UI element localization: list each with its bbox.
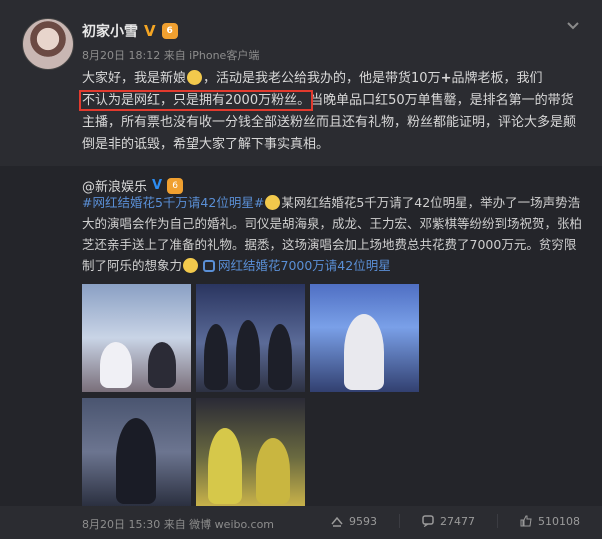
text-segment: 品牌老板，我们 [451,71,543,86]
photo-thumbnail[interactable] [310,284,419,392]
link-icon [203,260,215,272]
post-actions: 9593 27477 510108 [331,514,580,528]
post-author: 初家小雪 V 6 [82,21,178,41]
repost-meta: 8月20日 15:30 来自 微博 weibo.com [82,518,275,531]
photo-figure [208,428,242,504]
author-name[interactable]: 初家小雪 [82,21,138,41]
text-segment: 大家好，我是新娘 [82,71,187,86]
text-segment: + [440,71,452,86]
post-meta: 8月20日 18:12 来自 iPhone客户端 [82,49,260,62]
divider [497,514,498,528]
repost-count: 9593 [349,514,377,528]
photo-thumbnail[interactable] [196,398,305,506]
topic-link-label: 网红结婚花7000万请42位明星 [218,258,391,273]
like-count: 510108 [538,514,580,528]
photo-figure [256,438,290,504]
photo-thumbnail[interactable] [196,284,305,392]
divider [399,514,400,528]
repost-text: #网红结婚花5千万请42位明星# 某网红结婚花5千万请了42位明星，举办了一场声势… [82,192,588,276]
weibo-post-card: 初家小雪 V 6 8月20日 18:12 来自 iPhone客户端 大家好，我是… [0,0,602,539]
photo-figure [148,342,176,388]
comment-count: 27477 [440,514,475,528]
hashtag-link[interactable]: #网红结婚花5千万请42位明星# [82,195,264,210]
topic-link[interactable]: 网红结婚花7000万请42位明星 [203,258,391,273]
chevron-down-icon[interactable] [566,18,580,32]
emoji-icon [183,258,199,273]
photo-figure [100,342,132,388]
photo-figure [116,418,156,504]
repost-block: @新浪娱乐 V 6 #网红结婚花5千万请42位明星# 某网红结婚花5千万请了42位… [0,166,602,506]
photo-figure [268,324,292,390]
emoji-icon [265,195,281,210]
thumbs-up-icon [520,515,532,527]
photo-figure [344,314,384,390]
like-button[interactable]: 510108 [520,514,580,528]
emoji-icon [187,70,203,85]
photo-thumbnail[interactable] [82,398,191,506]
photo-thumbnail[interactable] [82,284,191,392]
photo-figure [236,320,260,390]
repost-button[interactable]: 9593 [331,514,377,528]
level-badge-icon: 6 [161,23,178,39]
post-text: 大家好，我是新娘 ，活动是我老公给我办的，他是带货10万+品牌老板，我们 不认为是… [78,68,582,156]
verified-icon: V [144,21,156,40]
repost-icon [331,516,343,527]
comment-icon [422,515,434,527]
photo-figure [204,324,228,390]
text-segment: ，活动是我老公给我办的，他是带货10万 [203,71,441,86]
avatar[interactable] [22,18,74,70]
verified-icon: V [152,178,163,193]
highlighted-text: 不认为是网红，只是拥有2000万粉丝。 [78,90,314,111]
comment-button[interactable]: 27477 [422,514,475,528]
